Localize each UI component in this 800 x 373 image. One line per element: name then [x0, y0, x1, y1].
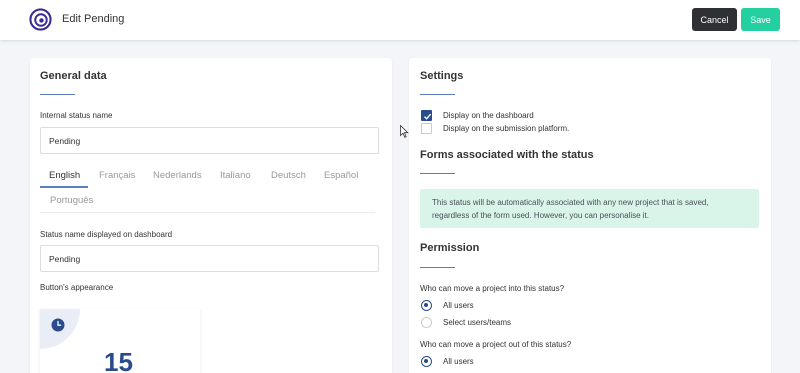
tabs-divider	[40, 212, 375, 213]
permission-underline	[420, 267, 455, 268]
internal-name-value: Pending	[49, 135, 81, 146]
move-into-select-users-label: Select users/teams	[443, 318, 512, 327]
move-into-all-users-radio[interactable]	[421, 300, 432, 311]
tab-francais[interactable]: Français	[99, 170, 135, 181]
tab-espanol[interactable]: Español	[324, 170, 358, 181]
clock-icon	[51, 318, 65, 332]
forms-info-text: This status will be automatically associ…	[432, 198, 709, 220]
move-into-all-users-label: All users	[443, 301, 474, 310]
cancel-button[interactable]: Cancel	[692, 8, 737, 31]
tab-portugues[interactable]: Português	[50, 195, 93, 206]
mouse-cursor-icon	[400, 125, 409, 138]
appearance-label: Button's appearance	[40, 283, 114, 292]
tab-english[interactable]: English	[49, 170, 80, 181]
dashboard-checkbox-label: Display on the dashboard	[443, 111, 534, 120]
internal-name-label: Internal status name	[40, 111, 113, 120]
settings-underline	[420, 94, 455, 95]
save-button[interactable]: Save	[741, 8, 780, 31]
preview-count: 15	[104, 347, 133, 373]
settings-title: Settings	[420, 70, 464, 82]
move-out-question: Who can move a project out of this statu…	[420, 340, 572, 349]
logo-icon	[29, 8, 52, 31]
dashboard-checkbox[interactable]	[421, 110, 432, 121]
status-button-preview[interactable]: 15	[40, 309, 200, 373]
general-data-underline	[40, 94, 75, 95]
general-data-title: General data	[40, 70, 107, 82]
move-out-all-users-radio[interactable]	[421, 356, 432, 367]
move-into-select-users-radio[interactable]	[421, 317, 432, 328]
tab-deutsch[interactable]: Deutsch	[271, 170, 306, 181]
page-title: Edit Pending	[62, 13, 125, 25]
forms-info-box: This status will be automatically associ…	[420, 189, 759, 228]
move-out-all-users-label: All users	[443, 357, 474, 366]
dashboard-name-input[interactable]: Pending	[40, 245, 379, 272]
permission-title: Permission	[420, 242, 480, 254]
dashboard-name-value: Pending	[49, 253, 81, 264]
submission-platform-label: Display on the submission platform.	[443, 124, 570, 133]
move-into-question: Who can move a project into this status?	[420, 284, 565, 293]
submission-platform-checkbox[interactable]	[421, 123, 432, 134]
forms-title: Forms associated with the status	[420, 149, 594, 161]
internal-name-input[interactable]: Pending	[40, 127, 379, 154]
dashboard-name-label: Status name displayed on dashboard	[40, 230, 173, 239]
checkmark-icon	[424, 113, 432, 120]
top-bar: Edit Pending Cancel Save	[0, 0, 800, 40]
tab-nederlands[interactable]: Nederlands	[153, 170, 202, 181]
forms-underline	[420, 173, 455, 174]
active-tab-indicator	[40, 186, 88, 188]
tab-italiano[interactable]: Italiano	[220, 170, 251, 181]
